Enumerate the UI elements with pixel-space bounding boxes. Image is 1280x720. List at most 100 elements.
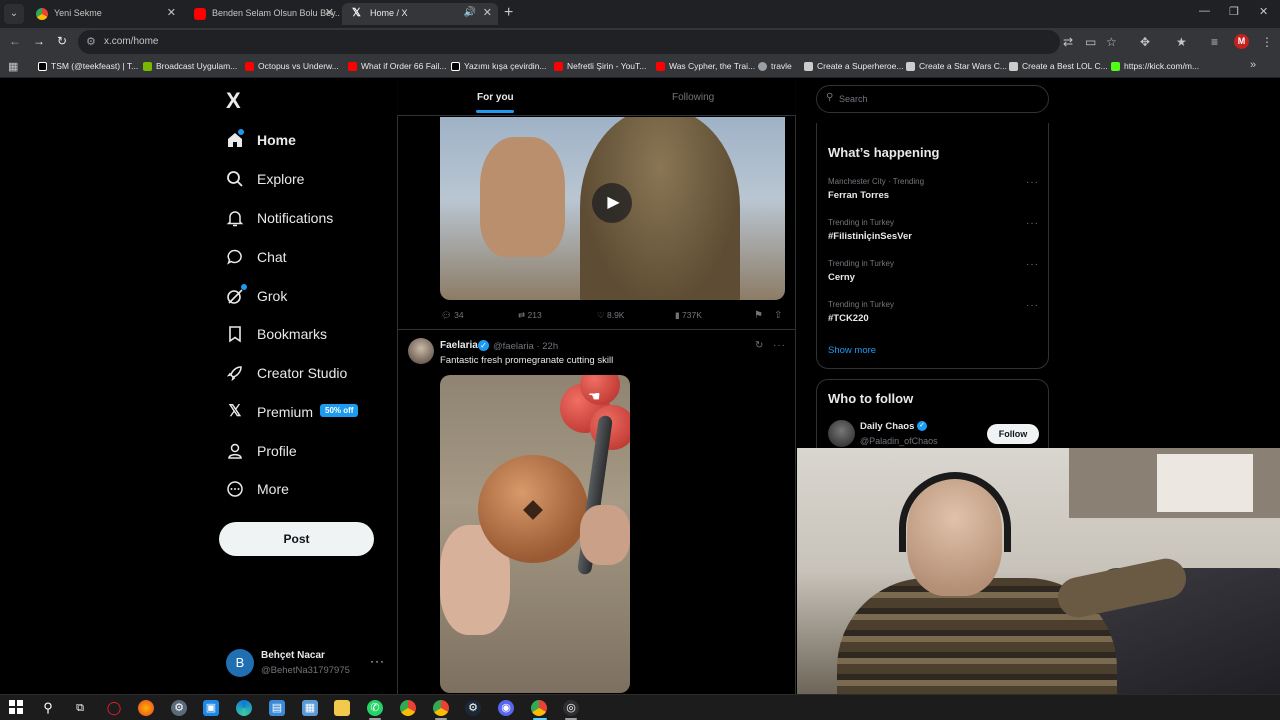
- tab-search-button[interactable]: ⌄: [4, 4, 24, 24]
- bookmark-item[interactable]: What if Order 66 Fail...: [348, 61, 447, 71]
- bookmark-item[interactable]: Yazımı kışa çevirdin...: [451, 61, 547, 71]
- account-name[interactable]: Behçet Nacar: [261, 650, 325, 661]
- view-count[interactable]: ▮ 737K: [675, 310, 702, 321]
- trend-name[interactable]: #TCK220: [828, 313, 869, 324]
- show-more-link[interactable]: Show more: [828, 345, 876, 356]
- trend-name[interactable]: Cerny: [828, 272, 855, 283]
- trend-more-icon[interactable]: ···: [1026, 218, 1039, 229]
- tweet-author-avatar[interactable]: [408, 338, 434, 364]
- bookmark-item[interactable]: TSM (@teekfeast) | T...: [38, 61, 138, 71]
- sidebar-item-more[interactable]: More: [226, 477, 289, 501]
- close-tab-icon[interactable]: ✕: [483, 3, 492, 23]
- chrome-active-icon[interactable]: [531, 700, 547, 716]
- translate-icon[interactable]: ⇄: [1063, 35, 1073, 49]
- sidebar-item-premium[interactable]: 𝕏 Premium: [226, 400, 313, 424]
- grok-analyze-icon[interactable]: ↻: [755, 340, 763, 351]
- sidebar-item-creator-studio[interactable]: Creator Studio: [226, 361, 347, 385]
- bookmark-item[interactable]: Create a Best LOL C...: [1009, 61, 1108, 71]
- sidebar-item-bookmarks[interactable]: Bookmarks: [226, 322, 327, 346]
- star-icon[interactable]: ☆: [1106, 35, 1117, 49]
- restore-button[interactable]: ❐: [1229, 5, 1239, 18]
- share-icon[interactable]: ⇧: [774, 310, 782, 321]
- bookmark-item[interactable]: travle: [758, 61, 792, 71]
- tweet-author-name[interactable]: Faelaria: [440, 340, 478, 351]
- extensions-icon[interactable]: ✥: [1140, 35, 1150, 49]
- trend-more-icon[interactable]: ···: [1026, 177, 1039, 188]
- post-button[interactable]: Post: [219, 522, 374, 556]
- new-tab-button[interactable]: +: [504, 4, 513, 22]
- bookmark-item[interactable]: https://kick.com/m...: [1111, 61, 1199, 71]
- close-tab-icon[interactable]: ✕: [325, 3, 334, 23]
- bookmark-item[interactable]: Was Cypher, the Trai...: [656, 61, 755, 71]
- file-explorer-icon[interactable]: [334, 700, 350, 716]
- tab-new-tab[interactable]: Yeni Sekme ✕: [26, 3, 182, 25]
- menu-icon[interactable]: ⋮: [1261, 35, 1273, 49]
- opera-gx-icon[interactable]: ◯: [106, 700, 122, 716]
- chrome-icon[interactable]: [400, 700, 416, 716]
- account-menu-icon[interactable]: ···: [370, 654, 385, 668]
- tweet-more-icon[interactable]: ···: [773, 340, 786, 351]
- more-bookmarks-icon[interactable]: »: [1250, 59, 1256, 71]
- address-bar[interactable]: ⚙ x.com/home: [78, 30, 1060, 54]
- sidebar-item-notifications[interactable]: Notifications: [226, 206, 333, 230]
- repost-count[interactable]: ⇄ 213: [518, 310, 542, 321]
- like-count[interactable]: ♡ 8.9K: [597, 310, 624, 321]
- reload-button[interactable]: ↻: [57, 34, 67, 48]
- speaker-icon[interactable]: 🔊: [464, 3, 476, 23]
- whatsapp-icon[interactable]: ✆: [367, 700, 383, 716]
- photos-icon[interactable]: ▦: [302, 700, 318, 716]
- monitor-app-icon[interactable]: ▤: [269, 700, 285, 716]
- x-logo-icon[interactable]: X: [226, 88, 241, 114]
- tab-following[interactable]: Following: [672, 92, 714, 103]
- search-icon[interactable]: ⚲: [40, 700, 56, 716]
- sidebar-item-chat[interactable]: Chat: [226, 245, 287, 269]
- video-thumbnail[interactable]: ▶: [440, 117, 785, 300]
- sidebar-item-profile[interactable]: Profile: [226, 439, 297, 463]
- forward-button[interactable]: →: [33, 34, 45, 48]
- task-view-icon[interactable]: ⧉: [72, 700, 88, 716]
- bookmark-post-icon[interactable]: ⚑: [754, 310, 763, 321]
- obs-icon[interactable]: ◎: [563, 700, 579, 716]
- settings-app-icon[interactable]: ⚙: [171, 700, 187, 716]
- media-controls-icon[interactable]: ≡: [1211, 35, 1218, 49]
- tweet-video[interactable]: [440, 375, 630, 693]
- account-avatar[interactable]: B: [226, 649, 254, 677]
- tab-home-x[interactable]: 𝕏 Home / X 🔊 ✕: [342, 3, 498, 25]
- tab-youtube[interactable]: Benden Selam Olsun Bolu Bey... ✕: [184, 3, 340, 25]
- bookmark-item[interactable]: Create a Star Wars C...: [906, 61, 1007, 71]
- sidebar-item-explore[interactable]: Explore: [226, 167, 304, 191]
- close-window-button[interactable]: ✕: [1259, 5, 1268, 18]
- bookmark-item[interactable]: Octopus vs Underw...: [245, 61, 339, 71]
- close-tab-icon[interactable]: ✕: [167, 3, 176, 23]
- profile-avatar[interactable]: M: [1234, 34, 1249, 49]
- trend-name[interactable]: Ferran Torres: [828, 190, 889, 201]
- windows-start-icon[interactable]: [8, 700, 24, 716]
- firefox-icon[interactable]: [138, 700, 154, 716]
- back-button[interactable]: ←: [9, 34, 21, 48]
- reply-count[interactable]: 💬︎ 34: [441, 310, 464, 321]
- trend-more-icon[interactable]: ···: [1026, 300, 1039, 311]
- sidebar-item-home[interactable]: Home: [226, 128, 296, 152]
- trend-name[interactable]: #FilistinİçinSesVer: [828, 231, 912, 242]
- follow-button[interactable]: Follow: [987, 424, 1039, 444]
- chrome-profile-icon[interactable]: [433, 700, 449, 716]
- search-box[interactable]: ⚲ Search: [816, 85, 1049, 113]
- suggested-user-name[interactable]: Daily Chaos: [860, 421, 914, 432]
- bookmark-item[interactable]: Broadcast Uygulam...: [143, 61, 237, 71]
- bookmark-star-icon[interactable]: ★: [1176, 35, 1187, 49]
- bookmark-item[interactable]: Create a Superheroe...: [804, 61, 903, 71]
- store-icon[interactable]: ▣: [203, 700, 219, 716]
- sidebar-item-grok[interactable]: Grok: [226, 284, 287, 308]
- steam-icon[interactable]: ⚙: [465, 700, 481, 716]
- trend-more-icon[interactable]: ···: [1026, 259, 1039, 270]
- apps-grid-icon[interactable]: ▦: [8, 60, 18, 73]
- tab-for-you[interactable]: For you: [477, 92, 514, 103]
- discord-icon[interactable]: ◉: [498, 700, 514, 716]
- play-icon[interactable]: ▶: [592, 183, 632, 223]
- bookmark-item[interactable]: Nefretli Şirin - YouT...: [554, 61, 646, 71]
- edge-icon[interactable]: [236, 700, 252, 716]
- install-app-icon[interactable]: ▭: [1085, 35, 1096, 49]
- minimize-button[interactable]: —: [1199, 5, 1210, 17]
- site-info-icon[interactable]: ⚙: [86, 35, 96, 48]
- tweet-time[interactable]: 22h: [542, 341, 558, 352]
